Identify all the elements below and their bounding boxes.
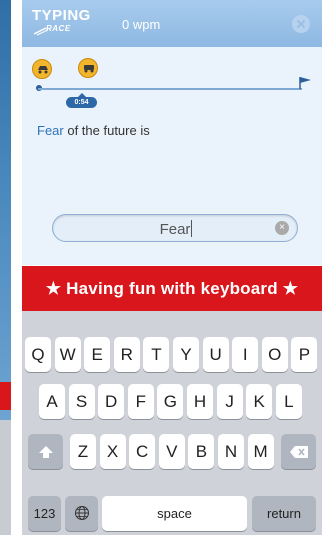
logo-subtitle: RACE bbox=[46, 24, 71, 33]
key-t[interactable]: T bbox=[143, 337, 170, 372]
key-i[interactable]: I bbox=[232, 337, 259, 372]
numbers-key[interactable]: 123 bbox=[28, 496, 61, 531]
delete-key[interactable] bbox=[281, 434, 316, 469]
key-c[interactable]: C bbox=[129, 434, 156, 469]
player-car-icon bbox=[78, 58, 98, 78]
adjacent-keyboard-fragment bbox=[0, 420, 11, 535]
key-z[interactable]: Z bbox=[70, 434, 96, 469]
app-header: TYPING RACE 0 wpm bbox=[22, 0, 322, 47]
current-word: Fear bbox=[37, 123, 64, 138]
backspace-icon bbox=[289, 446, 308, 458]
key-v[interactable]: V bbox=[158, 434, 185, 469]
typing-input[interactable]: Fear × bbox=[52, 214, 298, 242]
key-f[interactable]: F bbox=[127, 384, 154, 419]
key-a[interactable]: A bbox=[39, 384, 65, 419]
key-s[interactable]: S bbox=[68, 384, 95, 419]
text-caret bbox=[191, 220, 193, 237]
key-g[interactable]: G bbox=[157, 384, 184, 419]
logo-title: TYPING bbox=[32, 7, 91, 24]
key-k[interactable]: K bbox=[246, 384, 273, 419]
shift-key[interactable] bbox=[28, 434, 63, 469]
key-o[interactable]: O bbox=[261, 337, 288, 372]
key-j[interactable]: J bbox=[216, 384, 243, 419]
adjacent-banner-fragment bbox=[0, 382, 11, 410]
key-h[interactable]: H bbox=[187, 384, 213, 419]
key-d[interactable]: D bbox=[98, 384, 125, 419]
globe-key[interactable] bbox=[65, 496, 98, 531]
onscreen-keyboard: QWERTYUIOP ASDFGHJKL ZXCVBNM 123 space r… bbox=[22, 311, 322, 535]
typing-race-screen: TYPING RACE 0 wpm 0:54 Fear of the futur… bbox=[22, 0, 322, 535]
car-icon bbox=[38, 66, 48, 74]
race-track-area: 0:54 bbox=[22, 47, 322, 113]
wpm-readout: 0 wpm bbox=[122, 17, 161, 32]
key-e[interactable]: E bbox=[84, 337, 111, 372]
key-b[interactable]: B bbox=[188, 434, 215, 469]
key-q[interactable]: Q bbox=[25, 337, 51, 372]
remaining-text: of the future is bbox=[63, 123, 150, 138]
race-timer-badge: 0:54 bbox=[66, 93, 97, 108]
passage-text: Fear of the future is bbox=[37, 123, 150, 138]
finish-flag-icon bbox=[299, 77, 311, 89]
clear-input-icon[interactable]: × bbox=[275, 221, 289, 235]
typed-value: Fear bbox=[159, 221, 191, 238]
race-track-line bbox=[38, 88, 302, 90]
return-key[interactable]: return bbox=[252, 496, 316, 531]
key-y[interactable]: Y bbox=[173, 337, 199, 372]
shift-arrow-icon bbox=[38, 446, 53, 458]
promo-banner: ★ Having fun with keyboard ★ bbox=[22, 266, 322, 311]
key-l[interactable]: L bbox=[275, 384, 302, 419]
screenshot-stage: TYPING RACE 0 wpm 0:54 Fear of the futur… bbox=[0, 0, 322, 535]
key-r[interactable]: R bbox=[113, 337, 140, 372]
typed-text: Fear bbox=[53, 220, 299, 238]
key-n[interactable]: N bbox=[218, 434, 244, 469]
speed-lines-icon bbox=[34, 27, 48, 36]
key-x[interactable]: X bbox=[99, 434, 126, 469]
adjacent-screen-strip bbox=[0, 0, 11, 535]
key-w[interactable]: W bbox=[54, 337, 81, 372]
space-key[interactable]: space bbox=[102, 496, 247, 531]
key-u[interactable]: U bbox=[202, 337, 229, 372]
opponent-car-icon bbox=[32, 59, 52, 79]
globe-icon bbox=[74, 506, 89, 520]
key-m[interactable]: M bbox=[247, 434, 274, 469]
key-p[interactable]: P bbox=[291, 337, 318, 372]
close-icon[interactable] bbox=[292, 15, 310, 33]
typing-race-logo: TYPING RACE bbox=[32, 8, 98, 42]
passage-panel: Fear of the future is bbox=[22, 113, 322, 265]
car-icon bbox=[84, 65, 94, 73]
